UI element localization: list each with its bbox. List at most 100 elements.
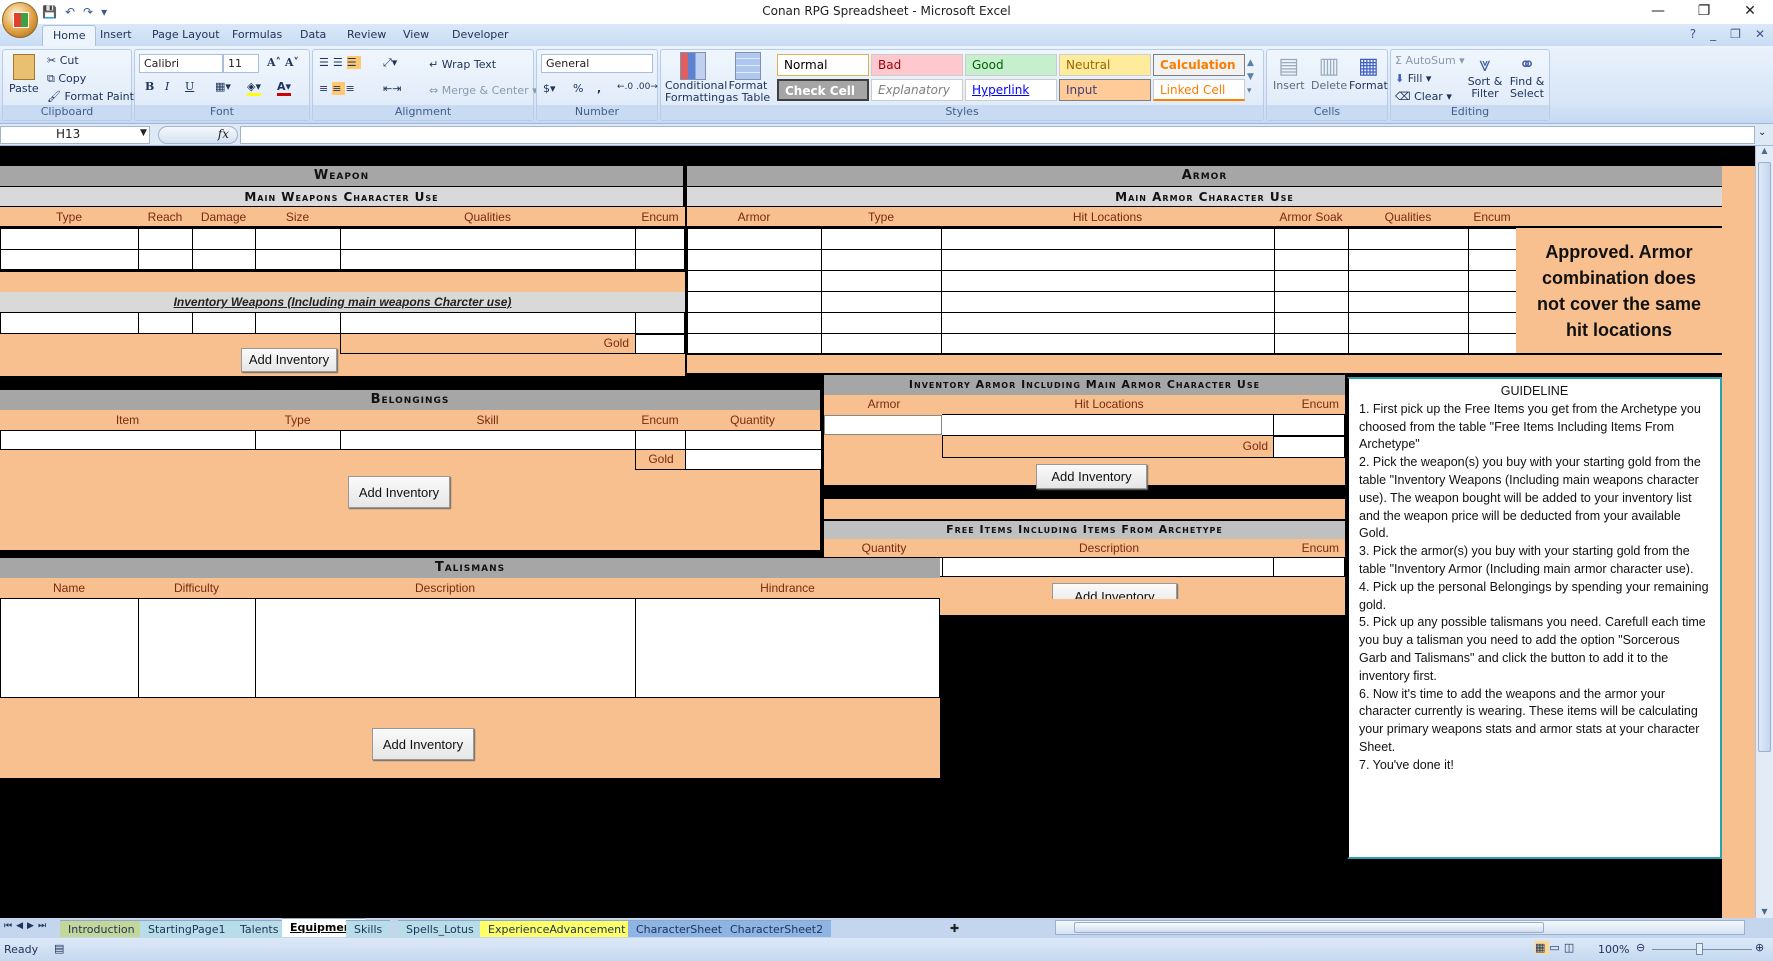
italic-button[interactable]: I (165, 80, 169, 93)
redo-icon[interactable]: ↷ (83, 5, 93, 19)
armor-cell[interactable] (941, 291, 1276, 313)
tab-formulas[interactable]: Formulas (232, 28, 282, 41)
sheet-tab-experienceadvancement[interactable]: ExperienceAdvancement (480, 920, 634, 937)
save-icon[interactable]: 💾 (42, 5, 57, 19)
workbook-minimize-icon[interactable]: _ (1710, 27, 1716, 41)
armor-cell[interactable] (1468, 312, 1518, 334)
scroll-down-icon[interactable]: ▼ (1756, 907, 1773, 916)
horizontal-scroll-thumb[interactable] (1074, 922, 1544, 933)
weapon-cell[interactable] (192, 228, 257, 250)
armor-cell[interactable] (1348, 270, 1470, 292)
armor-cell[interactable] (687, 291, 823, 313)
sheet-tab-spells-lotus[interactable]: Spells_Lotus (398, 920, 482, 937)
sheet-tab-charactersheet2[interactable]: CharacterSheet2 (722, 920, 832, 937)
talisman-name-cell[interactable] (0, 598, 140, 698)
minimize-button[interactable]: — (1635, 0, 1681, 24)
fill-button[interactable]: ⬇ Fill ▾ (1395, 72, 1431, 85)
zoom-in-icon[interactable]: ⊕ (1755, 941, 1764, 954)
armor-cell[interactable] (1468, 228, 1518, 250)
sheet-tab-talents[interactable]: Talents (232, 920, 287, 937)
armor-cell[interactable] (1468, 270, 1518, 292)
insert-function-button[interactable]: fx (158, 126, 238, 144)
armor-cell[interactable] (687, 249, 823, 271)
inventory-weapon-cell[interactable] (255, 312, 342, 334)
talisman-hindrance-cell[interactable] (635, 598, 940, 698)
scroll-up-icon[interactable]: ▲ (1756, 146, 1773, 160)
weapon-cell[interactable] (138, 249, 194, 270)
vertical-scrollbar[interactable]: ▲ ▼ (1755, 146, 1773, 918)
armor-cell[interactable] (941, 312, 1276, 334)
grow-font-button[interactable]: A˄ A˅ (267, 56, 299, 69)
style-check-cell[interactable]: Check Cell (777, 79, 869, 101)
free-encum-cell[interactable] (1273, 557, 1345, 577)
armor-cell[interactable] (821, 249, 943, 271)
weapon-add-inventory-button[interactable]: Add Inventory (241, 348, 337, 372)
merge-center-button[interactable]: ⇔ Merge & Center ▾ (429, 84, 538, 97)
paste-button[interactable]: Paste (9, 54, 39, 95)
armor-cell[interactable] (941, 228, 1276, 250)
horizontal-align-icons[interactable]: ≡≡≡ (319, 82, 359, 95)
vertical-scroll-thumb[interactable] (1758, 162, 1771, 752)
page-layout-view-icon[interactable]: ▭ (1549, 941, 1563, 954)
weapon-cell[interactable] (340, 228, 637, 250)
customize-qat-icon[interactable]: ▾ (101, 5, 107, 19)
format-cells-button[interactable]: ▦ Format (1349, 54, 1388, 92)
comma-button[interactable]: , (597, 82, 601, 95)
tab-data[interactable]: Data (300, 28, 326, 41)
copy-button[interactable]: ⧉ Copy (47, 72, 86, 86)
armor-cell[interactable] (1274, 249, 1350, 271)
sheet-nav-icons[interactable]: ⏮◀▶⏭ (4, 921, 50, 931)
armor-cell[interactable] (1468, 333, 1518, 355)
sheet-tab-startingpage1[interactable]: StartingPage1 (140, 920, 234, 937)
armor-cell[interactable] (687, 228, 823, 250)
inventory-armor-hit-locations-cell[interactable] (942, 414, 1274, 436)
inventory-armor-add-button[interactable]: Add Inventory (1036, 464, 1147, 489)
belongings-item-cell[interactable] (0, 430, 257, 450)
armor-cell[interactable] (1348, 312, 1470, 334)
borders-icon[interactable]: ▦▾ (215, 80, 231, 93)
styles-scroll-icons[interactable]: ▲ ▼ ▾ (1247, 56, 1254, 98)
fill-color-icon[interactable]: ◈▾ (247, 80, 261, 96)
armor-cell[interactable] (1468, 249, 1518, 271)
format-painter-button[interactable]: 🖌 Format Painter (47, 90, 145, 103)
armor-cell[interactable] (687, 312, 823, 334)
armor-cell[interactable] (1274, 333, 1350, 355)
zoom-slider-thumb[interactable] (1696, 943, 1703, 955)
zoom-out-icon[interactable]: ⊖ (1636, 941, 1645, 954)
font-color-icon[interactable]: A▾ (277, 80, 292, 96)
weapon-cell[interactable] (340, 249, 637, 270)
armor-cell[interactable] (821, 228, 943, 250)
horizontal-scrollbar[interactable] (1055, 920, 1745, 935)
weapon-cell[interactable] (138, 228, 194, 250)
autosum-button[interactable]: Σ AutoSum ▾ (1395, 54, 1465, 67)
name-box[interactable]: H13 (0, 126, 150, 144)
underline-button[interactable]: U (185, 80, 194, 93)
page-break-view-icon[interactable]: ◫ (1564, 941, 1578, 954)
find-select-button[interactable]: ⚭ Find & Select (1509, 52, 1545, 100)
weapon-cell[interactable] (635, 249, 685, 270)
wrap-text-button[interactable]: ↵ Wrap Text (429, 58, 496, 71)
tab-page-layout[interactable]: Page Layout (152, 28, 220, 41)
armor-cell[interactable] (1274, 291, 1350, 313)
sheet-tab-introduction[interactable]: Introduction (60, 920, 143, 937)
restore-button[interactable]: ❐ (1681, 0, 1727, 24)
belongings-type-cell[interactable] (255, 430, 342, 450)
armor-cell[interactable] (687, 270, 823, 292)
insert-cells-button[interactable]: ▤ Insert (1273, 54, 1305, 92)
armor-cell[interactable] (1348, 291, 1470, 313)
style-good[interactable]: Good (965, 54, 1057, 76)
armor-cell[interactable] (1274, 270, 1350, 292)
font-size-select[interactable]: 11 (223, 54, 259, 73)
delete-cells-button[interactable]: ▥ Delete (1311, 54, 1347, 92)
name-box-dropdown-icon[interactable]: ▼ (140, 128, 147, 138)
belongings-add-button[interactable]: Add Inventory (348, 476, 450, 508)
talisman-difficulty-cell[interactable] (138, 598, 257, 698)
tab-insert[interactable]: Insert (100, 28, 132, 41)
tab-home[interactable]: Home (42, 25, 97, 46)
conditional-formatting-button[interactable]: Conditional Formatting (665, 52, 727, 104)
format-as-table-button[interactable]: Format as Table (725, 52, 771, 104)
belongings-quantity-cell[interactable] (685, 430, 822, 450)
armor-cell[interactable] (1468, 291, 1518, 313)
weapon-cell[interactable] (192, 249, 257, 270)
indent-icons[interactable]: ⇤⇥ (383, 82, 401, 95)
